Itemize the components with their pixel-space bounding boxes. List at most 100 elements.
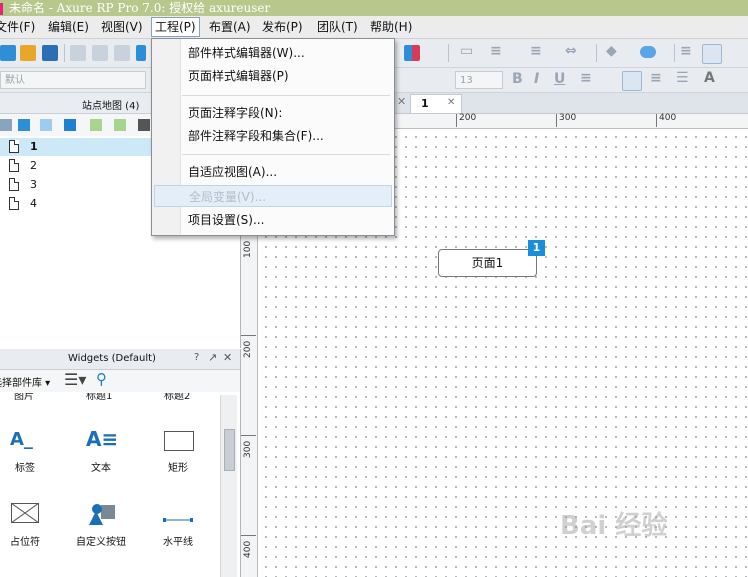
bold-icon[interactable]: B	[512, 71, 523, 87]
bullet-list-icon[interactable]: ☰	[676, 70, 689, 86]
widget-text-item[interactable]: A≡ 文本	[66, 427, 136, 479]
sitemap-page-2[interactable]: 2	[0, 157, 160, 175]
menu-project-settings[interactable]: 项目设置(S)...	[154, 209, 392, 231]
copy-icon[interactable]	[92, 45, 108, 61]
widgets-scrollbar[interactable]	[220, 395, 237, 577]
menu-arrange[interactable]: 布置(A)	[206, 19, 254, 35]
widget-label: 自定义按钮	[76, 537, 126, 548]
ruler-tick: 300	[241, 435, 256, 458]
widget-label: 标签	[15, 463, 35, 474]
widget-label-item[interactable]: A_ 标签	[0, 429, 60, 479]
fill-color-icon[interactable]: ◆	[606, 43, 617, 59]
tab-page-1[interactable]: 1 ✕	[410, 94, 462, 113]
menu-edit[interactable]: 编辑(E)	[45, 19, 92, 35]
ruler-tick-label: 100	[243, 240, 253, 258]
menu-team[interactable]: 团队(T)	[314, 19, 361, 35]
text-align-right-icon[interactable]: ≡	[650, 70, 662, 86]
paste-icon[interactable]	[114, 45, 130, 61]
ruler-tick: 300	[556, 114, 576, 127]
watermark: Bai 经验	[560, 511, 668, 541]
sitemap-page-4[interactable]: 4	[0, 195, 160, 213]
library-select-label: 选择部件库	[0, 378, 42, 389]
text-align-left-icon[interactable]: ≡	[580, 70, 592, 86]
menu-widget-style-editor[interactable]: 部件样式编辑器(W)...	[154, 42, 392, 64]
custom-button-icon	[87, 503, 117, 527]
delete-page-icon[interactable]	[138, 119, 150, 131]
widgets-panel: Widgets (Default) ? ↗ ✕ 选择部件库 ▾ ☰▾ ⚲ 图片 …	[0, 349, 241, 577]
menu-page-note-fields[interactable]: 页面注释字段(N):	[154, 102, 392, 124]
italic-icon[interactable]: I	[534, 71, 539, 87]
menu-page-style-editor[interactable]: 页面样式编辑器(P)	[154, 65, 392, 87]
save-icon[interactable]	[42, 45, 58, 61]
page-badge: 1	[528, 240, 545, 256]
add-folder-icon[interactable]	[18, 119, 30, 131]
widget-custom-button-item[interactable]: 自定义按钮	[66, 503, 136, 553]
close-icon[interactable]: ✕	[223, 351, 232, 364]
font-color-icon[interactable]: A	[704, 70, 715, 86]
text-align-center-icon[interactable]	[622, 71, 642, 91]
indent-icon[interactable]	[90, 119, 102, 131]
tab-close-icon[interactable]: ✕	[447, 97, 455, 108]
add-page-icon[interactable]	[0, 119, 12, 131]
line-weight-icon[interactable]: ≡	[490, 43, 502, 59]
ruler-tick: 200	[456, 114, 476, 127]
popout-icon[interactable]: ↗	[208, 351, 217, 364]
widget-label: 图片	[14, 393, 34, 402]
ruler-tick-label: 400	[243, 540, 253, 558]
menu-help[interactable]: 帮助(H)	[367, 19, 415, 35]
ruler-tick-label: 300	[243, 440, 253, 458]
cut-icon[interactable]	[70, 45, 86, 61]
open-folder-icon[interactable]	[20, 45, 36, 61]
arrow-style-icon[interactable]: ⇔	[565, 43, 577, 59]
toolbar-divider	[596, 44, 597, 62]
menu-adaptive-views[interactable]: 自适应视图(A)...	[154, 161, 392, 183]
label-icon: A_	[10, 429, 33, 450]
widget-placeholder-item[interactable]: 占位符	[0, 502, 60, 553]
underline-icon[interactable]: U	[554, 71, 565, 87]
widget-rectangle-item[interactable]: 矩形	[143, 429, 213, 479]
color-grid-icon[interactable]	[404, 45, 420, 61]
sitemap-page-3[interactable]: 3	[0, 176, 160, 194]
widget-label: 矩形	[168, 463, 188, 474]
page-icon	[9, 197, 19, 210]
menu-view[interactable]: 视图(V)	[98, 19, 146, 35]
sitemap-title: 站点地图 (4)	[82, 101, 140, 112]
sitemap-page-1[interactable]: 1	[0, 138, 160, 156]
font-size-combo[interactable]: 13	[455, 71, 503, 89]
move-down-icon[interactable]	[64, 119, 76, 131]
ruler-tick: 200	[241, 335, 256, 358]
widget-label: 占位符	[10, 537, 40, 548]
align-center-icon[interactable]	[702, 44, 722, 64]
search-icon[interactable]: ⚲	[96, 370, 107, 388]
new-file-icon[interactable]	[0, 45, 16, 61]
outdent-icon[interactable]	[114, 119, 126, 131]
page-label: 4	[30, 197, 37, 210]
widget-horizontal-line-item[interactable]: 水平线	[143, 503, 213, 553]
scroll-thumb[interactable]	[224, 429, 235, 471]
widget-label: 水平线	[163, 537, 193, 548]
widget-row-partial: 图片 标题1 标题2	[0, 393, 220, 403]
page-icon	[9, 140, 19, 153]
menu-icon[interactable]: ☰▾	[64, 370, 86, 389]
library-select[interactable]: 选择部件库 ▾	[0, 374, 50, 389]
menu-widget-note-fields[interactable]: 部件注释字段和集合(F)...	[154, 125, 392, 147]
shadow-icon[interactable]	[640, 46, 656, 58]
border-style-icon[interactable]: ▭	[460, 43, 473, 59]
style-combo[interactable]: 默认	[0, 71, 146, 89]
menu-project[interactable]: 工程(P)	[151, 17, 200, 37]
menu-bar: 文件(F) 编辑(E) 视图(V) 工程(P) 布置(A) 发布(P) 团队(T…	[0, 16, 748, 39]
menu-publish[interactable]: 发布(P)	[259, 19, 306, 35]
tab-close-icon[interactable]: ✕	[397, 95, 406, 108]
align-left-icon[interactable]: ≡	[680, 43, 692, 59]
ruler-tick: 100	[241, 235, 256, 258]
menu-global-variables[interactable]: 全局变量(V)...	[154, 185, 392, 207]
arrow-icon[interactable]	[136, 45, 146, 61]
widget-label: 文本	[91, 463, 111, 474]
move-up-icon[interactable]	[40, 119, 52, 131]
help-icon[interactable]: ?	[194, 352, 199, 363]
app-icon	[0, 2, 3, 15]
menu-file[interactable]: 文件(F)	[0, 19, 38, 35]
line-style-icon[interactable]: ≡	[530, 43, 542, 59]
page-shape[interactable]: 页面1	[438, 249, 537, 277]
widget-label: 标题2	[164, 393, 191, 402]
